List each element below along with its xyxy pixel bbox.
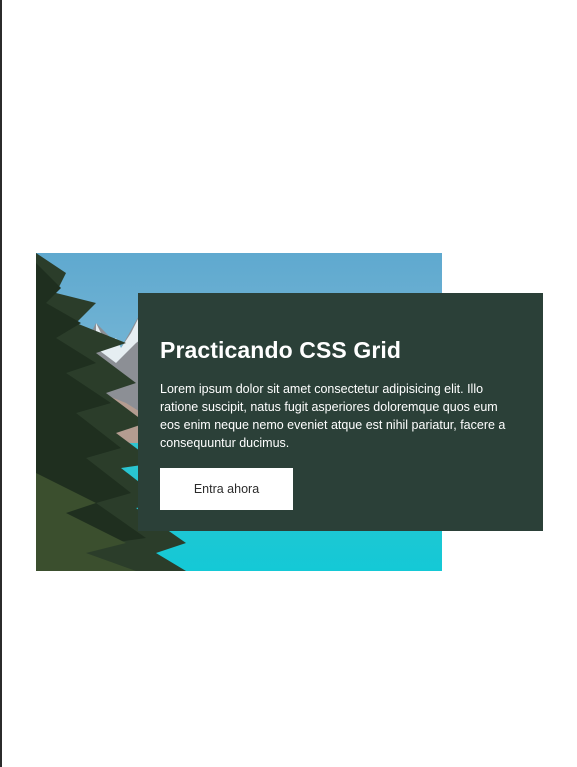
content-card: Practicando CSS Grid Lorem ipsum dolor s… (138, 293, 543, 531)
hero-section: Practicando CSS Grid Lorem ipsum dolor s… (0, 0, 577, 767)
card-title: Practicando CSS Grid (160, 337, 402, 363)
card-description: Lorem ipsum dolor sit amet consectetur a… (160, 382, 506, 450)
enter-now-button[interactable]: Entra ahora (160, 468, 293, 510)
